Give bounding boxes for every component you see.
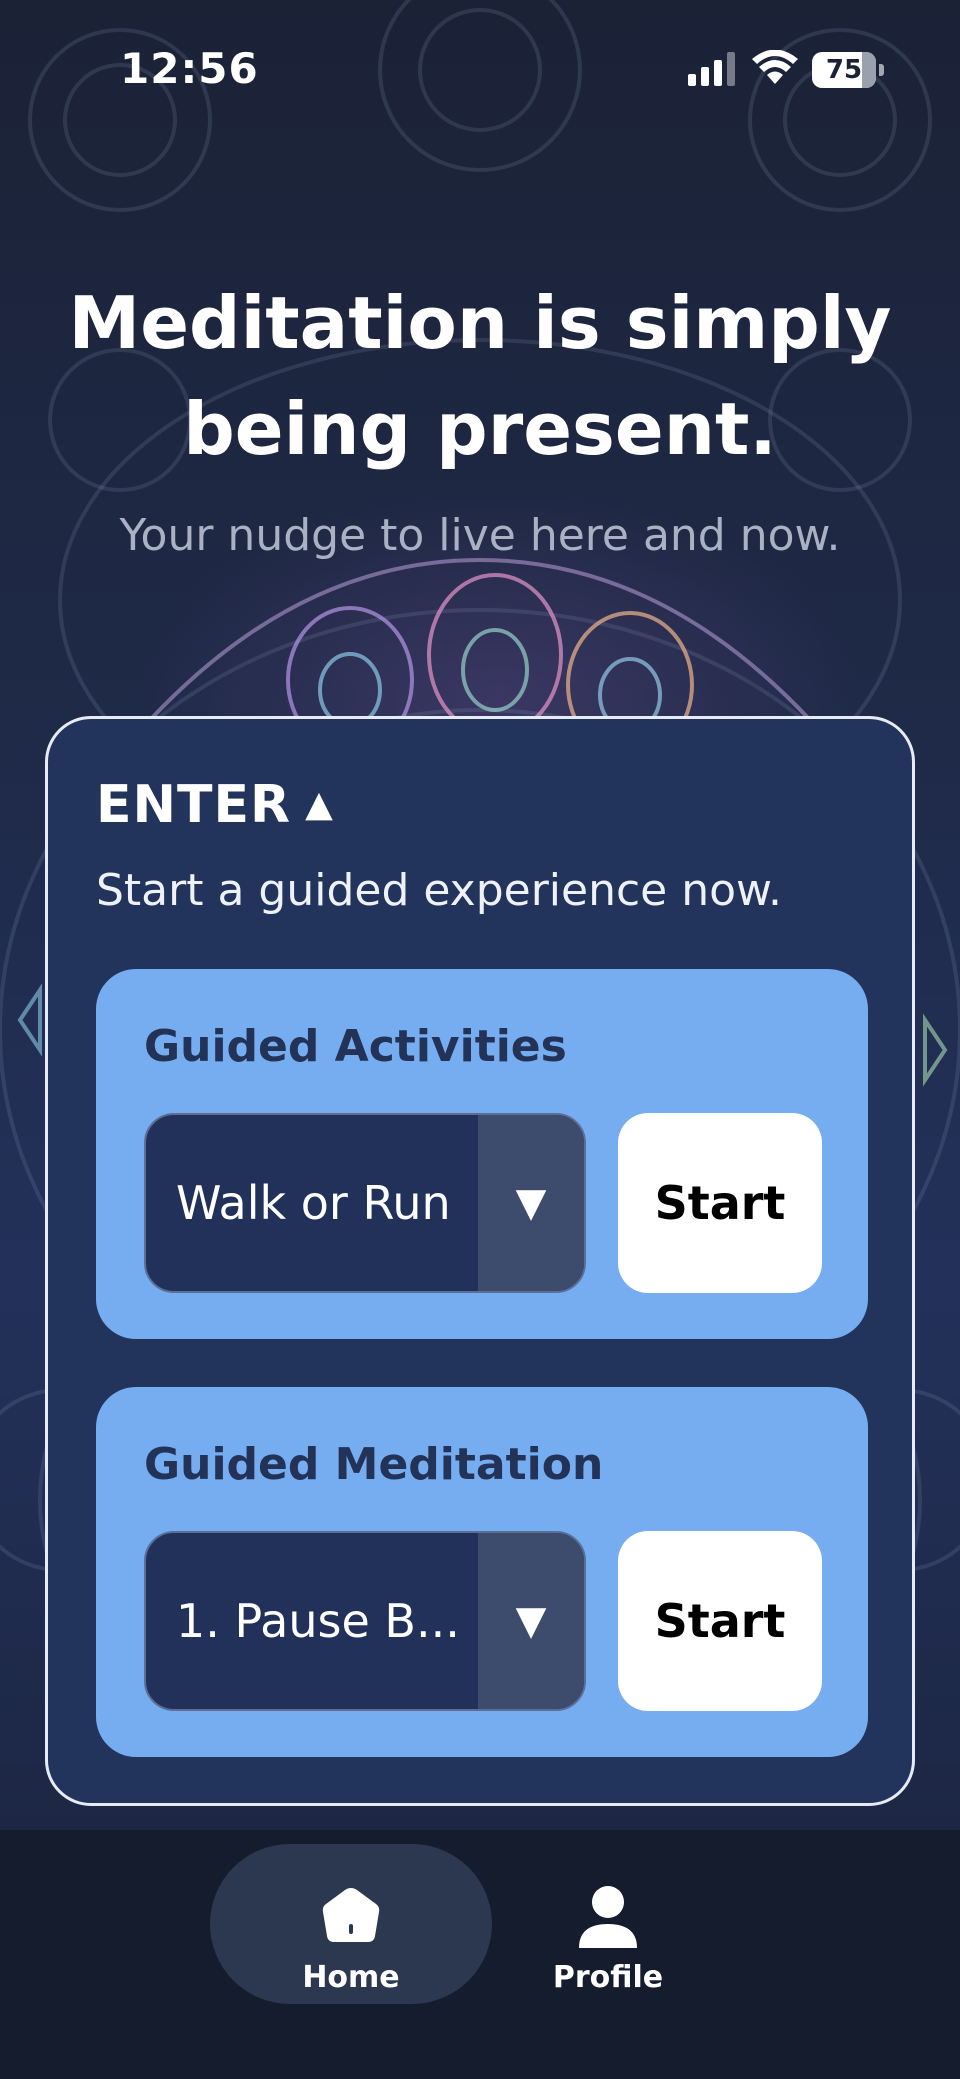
tab-home-label: Home [302,1960,400,1995]
panel-title: Guided Meditation [144,1439,604,1490]
home-icon [322,1888,380,1942]
triangle-up-icon: ▲ [305,784,334,825]
meditation-select-value: 1. Pause B... [176,1594,460,1648]
triangle-down-icon[interactable]: ▼ [478,1115,584,1291]
start-activity-button[interactable]: Start [618,1113,822,1293]
guided-activities-panel: Guided Activities Walk or Run ▼ Start [96,969,868,1339]
triangle-down-icon[interactable]: ▼ [478,1533,584,1709]
tab-profile[interactable]: Profile [518,1844,698,2004]
card-title-text: ENTER [96,775,292,835]
battery-icon: 75 [812,52,884,88]
tab-bar: Home Profile [0,1830,960,2079]
start-meditation-button[interactable]: Start [618,1531,822,1711]
wifi-icon [752,50,798,84]
tab-profile-label: Profile [552,1960,664,1995]
meditation-select[interactable]: 1. Pause B... ▼ [144,1531,586,1711]
card-description: Start a guided experience now. [96,865,782,916]
signal-icon [688,52,735,86]
tab-home[interactable]: Home [210,1844,492,2004]
enter-card: ENTER ▲ Start a guided experience now. Gu… [45,716,915,1806]
battery-level: 75 [825,55,863,85]
headline-line-2: being present. [183,387,777,471]
page-headline: Meditation is simply being present. [60,270,900,482]
person-icon [579,1886,637,1948]
status-bar: 12:56 75 [0,0,960,140]
guided-meditation-panel: Guided Meditation 1. Pause B... ▼ Start [96,1387,868,1757]
panel-title: Guided Activities [144,1021,567,1072]
page-subtitle: Your nudge to live here and now. [119,510,841,561]
card-title[interactable]: ENTER ▲ [96,775,334,835]
activity-select[interactable]: Walk or Run ▼ [144,1113,586,1293]
activity-select-value: Walk or Run [176,1176,451,1230]
headline-line-1: Meditation is simply [68,281,892,365]
status-time: 12:56 [120,44,259,93]
